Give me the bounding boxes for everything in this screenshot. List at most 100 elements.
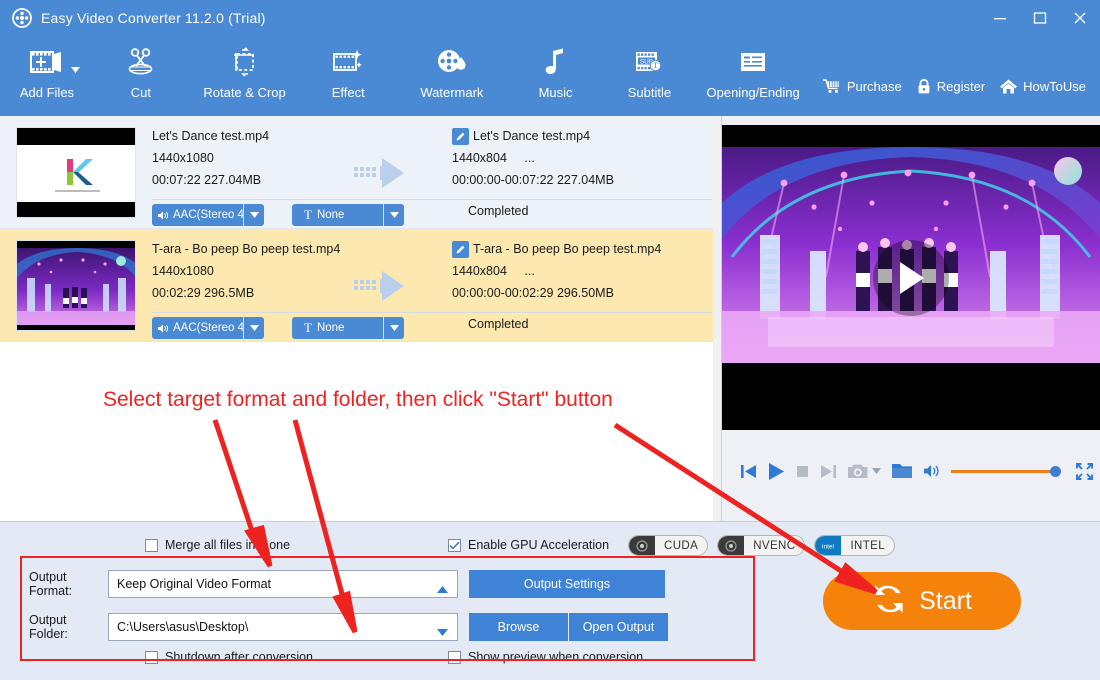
volume-slider[interactable] — [951, 464, 1061, 478]
speaker-icon — [157, 323, 169, 334]
scissors-icon — [125, 42, 157, 82]
gpu-toggle-cuda[interactable]: CUDA — [628, 535, 709, 556]
toolbar-item-cut[interactable]: Cut — [94, 36, 188, 116]
caret-down-icon[interactable] — [244, 212, 264, 218]
target-more-ellipsis[interactable]: ... — [524, 151, 534, 165]
check-icon — [449, 541, 460, 550]
pencil-icon[interactable] — [452, 241, 469, 258]
table-row[interactable]: T-ara - Bo peep Bo peep test.mp4 1440x10… — [0, 229, 721, 342]
skip-next-icon[interactable] — [820, 463, 837, 480]
toolbar-label: Add Files — [19, 85, 75, 100]
subtitle-track-select[interactable]: T None — [292, 204, 404, 226]
fullscreen-icon[interactable] — [1075, 462, 1094, 481]
convert-arrow-icon — [352, 269, 418, 308]
output-folder-label: Output Folder: — [29, 613, 68, 641]
purchase-link[interactable]: Purchase — [822, 78, 902, 94]
folder-icon[interactable] — [891, 462, 913, 480]
speaker-icon[interactable] — [923, 463, 941, 479]
audio-track-select[interactable]: AAC(Stereo 4 — [152, 317, 264, 339]
show-preview-label: Show preview when conversion — [468, 650, 644, 664]
caret-down-icon[interactable] — [70, 60, 80, 78]
opening-ending-icon — [737, 42, 769, 82]
watermark-icon — [435, 42, 469, 82]
gpu-toggle-nvenc[interactable]: NVENC — [717, 535, 806, 556]
nvidia-icon — [718, 536, 745, 555]
main-toolbar: Add Files Cut Rotate & Crop Effect Water… — [0, 36, 1100, 116]
refresh-circular-icon — [872, 582, 906, 621]
pencil-icon[interactable] — [452, 128, 469, 145]
register-label: Register — [936, 78, 986, 94]
gpu-acceleration-checkbox[interactable]: Enable GPU Acceleration — [448, 538, 609, 552]
video-player[interactable] — [722, 125, 1100, 430]
start-label: Start — [919, 586, 972, 615]
toolbar-item-opening-ending[interactable]: Opening/Ending — [696, 36, 809, 116]
output-folder-input[interactable]: C:\Users\asus\Desktop\ — [108, 613, 458, 641]
close-button[interactable] — [1060, 0, 1100, 36]
gpu-toggle-intel[interactable]: intel INTEL — [814, 535, 896, 556]
film-reel-icon — [12, 8, 32, 28]
row-divider — [152, 312, 712, 313]
channel-badge — [1054, 157, 1082, 185]
toolbar-item-add-files[interactable]: Add Files — [0, 36, 94, 116]
minimize-button[interactable] — [980, 0, 1020, 36]
caret-down-icon[interactable] — [437, 623, 448, 641]
video-thumbnail — [16, 240, 136, 331]
window-controls — [980, 0, 1100, 36]
subtitle-track-select[interactable]: T None — [292, 317, 404, 339]
caret-down-icon[interactable] — [384, 325, 404, 331]
gpu-acceleration-label: Enable GPU Acceleration — [468, 538, 610, 552]
lock-icon — [916, 78, 932, 95]
audio-track-select[interactable]: AAC(Stereo 4 — [152, 204, 264, 226]
toolbar-item-subtitle[interactable]: SUB T Subtitle — [603, 36, 697, 116]
start-button[interactable]: Start — [823, 572, 1021, 630]
toolbar-item-rotate-crop[interactable]: Rotate & Crop — [188, 36, 301, 116]
gpu-toggle-label: INTEL — [850, 539, 886, 552]
caret-up-icon[interactable] — [437, 580, 448, 598]
checkbox-box — [145, 538, 158, 552]
register-link[interactable]: Register — [916, 78, 985, 95]
toolbar-item-watermark[interactable]: Watermark — [395, 36, 508, 116]
gpu-toggle-label: NVENC — [753, 539, 796, 552]
maximize-button[interactable] — [1020, 0, 1060, 36]
file-list-empty-area[interactable] — [0, 342, 721, 521]
checkbox-box — [448, 650, 461, 664]
svg-text:intel: intel — [822, 543, 834, 550]
open-output-button[interactable]: Open Output — [569, 613, 668, 641]
output-format-select[interactable]: Keep Original Video Format — [108, 570, 458, 598]
target-file-name: T-ara - Bo peep Bo peep test.mp4 — [473, 242, 662, 256]
toolbar-item-music[interactable]: Music — [509, 36, 603, 116]
shutdown-checkbox[interactable]: Shutdown after conversion — [145, 650, 313, 664]
merge-files-checkbox[interactable]: Merge all files into one — [145, 538, 290, 552]
play-icon[interactable] — [767, 462, 785, 481]
skip-previous-icon[interactable] — [740, 463, 757, 480]
browse-button[interactable]: Browse — [469, 613, 568, 641]
gpu-toggle-label: CUDA — [664, 539, 699, 552]
toolbar-label: Subtitle — [627, 85, 672, 100]
output-settings-button[interactable]: Output Settings — [469, 570, 665, 598]
howtouse-link[interactable]: HowToUse — [999, 78, 1086, 95]
audio-track-value: AAC(Stereo 4 — [173, 322, 243, 334]
toolbar-label: Cut — [130, 85, 151, 100]
toolbar-item-effect[interactable]: Effect — [301, 36, 395, 116]
caret-down-icon[interactable] — [872, 468, 881, 474]
checkbox-box — [145, 650, 158, 664]
table-row[interactable]: Let's Dance test.mp4 1440x1080 00:07:22 … — [0, 116, 721, 229]
convert-arrow-icon — [352, 156, 418, 195]
camera-icon[interactable] — [847, 462, 869, 480]
source-file-name: T-ara - Bo peep Bo peep test.mp4 — [152, 242, 341, 256]
play-overlay-button[interactable] — [873, 239, 949, 316]
gpu-toggle-group: CUDA NVENC intel INTEL — [628, 535, 904, 556]
list-scrollbar[interactable] — [713, 116, 721, 521]
caret-down-icon[interactable] — [244, 325, 264, 331]
toolbar-links: Purchase Register HowToUse — [822, 36, 1100, 116]
title-bar: Easy Video Converter 11.2.0 (Trial) — [0, 0, 1100, 36]
stop-icon[interactable] — [795, 464, 810, 479]
toolbar-label: Watermark — [420, 85, 484, 100]
output-format-label: Output Format: — [29, 570, 73, 598]
cart-icon — [822, 78, 842, 94]
target-more-ellipsis[interactable]: ... — [524, 264, 534, 278]
show-preview-checkbox[interactable]: Show preview when conversion — [448, 650, 643, 664]
caret-down-icon[interactable] — [384, 212, 404, 218]
subtitle-icon: SUB T — [632, 42, 666, 82]
shutdown-label: Shutdown after conversion — [165, 650, 314, 664]
